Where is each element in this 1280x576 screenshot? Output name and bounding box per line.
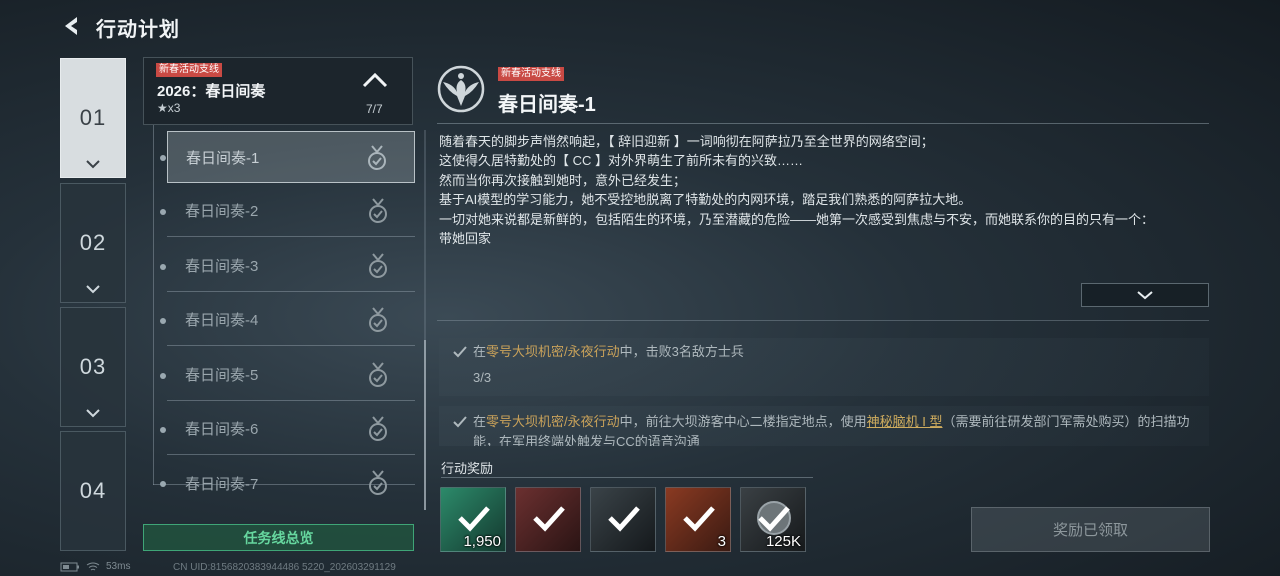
- wifi-icon: [86, 562, 100, 570]
- reward-item-green-badge[interactable]: 1,950: [440, 487, 506, 552]
- back-arrow-icon: [65, 17, 77, 35]
- sub-quest-label: 春日间奏-6: [185, 421, 259, 438]
- objective-item-link[interactable]: 神秘脑机 I 型: [867, 414, 943, 429]
- completed-medal-icon: [369, 307, 387, 332]
- divider: [437, 320, 1209, 321]
- page-title: 行动计划: [96, 19, 180, 41]
- sub-quest-item[interactable]: 春日间奏-7: [167, 457, 415, 509]
- reward-item-supply-case[interactable]: [590, 487, 656, 552]
- chapter-number: 03: [79, 354, 107, 379]
- sub-quest-item[interactable]: 春日间奏-1: [167, 131, 415, 183]
- claimed-check-icon: [758, 506, 790, 532]
- uid-text: CN UID:8156820383944486 5220_20260329112…: [173, 562, 396, 573]
- chevron-up-icon: [362, 72, 388, 88]
- sub-quest-item[interactable]: 春日间奏-6: [167, 403, 415, 455]
- story-line: 然而当你再次接触到她时，意外已经发生；: [439, 172, 687, 188]
- scrollbar-thumb[interactable]: [424, 340, 426, 510]
- detail-title: 春日间奏-1: [498, 94, 596, 116]
- objective-item: 在零号大坝机密/永夜行动中，击败3名敌方士兵 3/3: [439, 338, 1209, 396]
- reward-quantity: 3: [717, 533, 726, 550]
- chevron-down-icon: [86, 160, 100, 169]
- back-button[interactable]: [58, 12, 84, 40]
- tree-line: [153, 125, 154, 485]
- claimed-check-icon: [683, 506, 715, 532]
- status-bar: 53ms: [60, 561, 130, 572]
- tree-node: [160, 264, 166, 270]
- reward-quantity: 125K: [765, 533, 801, 550]
- chapter-tab-03[interactable]: 03: [60, 307, 126, 427]
- completed-medal-icon: [369, 198, 387, 223]
- quest-stars: ★x3: [157, 101, 181, 115]
- battery-icon: [60, 562, 79, 571]
- claim-rewards-button[interactable]: 奖励已领取: [971, 507, 1210, 552]
- sub-quest-label: 春日间奏-2: [185, 203, 259, 220]
- chevron-down-icon: [86, 285, 100, 294]
- chapter-number: 01: [79, 105, 107, 130]
- reward-item-spring-scroll[interactable]: 3: [665, 487, 731, 552]
- objective-progress: 3/3: [473, 370, 492, 385]
- story-line: 带她回家: [439, 231, 492, 247]
- objective-text: 在零号大坝机密/永夜行动中，前往大坝游客中心二楼指定地点，使用神秘脑机 I 型（…: [473, 414, 1190, 446]
- check-icon: [453, 346, 467, 358]
- story-text[interactable]: 随着春天的脚步声悄然响起，【 辞旧迎新 】一词响彻在阿萨拉乃至全世界的网络空间；…: [439, 132, 1205, 274]
- story-line: 这使得久居特勤处的【 CC 】对外界萌生了前所未有的兴致……: [439, 153, 804, 169]
- divider: [441, 477, 813, 478]
- reward-item-ammo-box[interactable]: [515, 487, 581, 552]
- story-line: 基于AI模型的学习能力，她不受控地脱离了特勤处的内网环境，踏足我们熟悉的阿萨拉大…: [439, 192, 972, 208]
- tree-node: [160, 209, 166, 215]
- rewards-label: 行动奖励: [441, 461, 494, 476]
- objective-item: 在零号大坝机密/永夜行动中，前往大坝游客中心二楼指定地点，使用神秘脑机 I 型（…: [439, 406, 1209, 446]
- tree-node: [160, 373, 166, 379]
- check-icon: [453, 416, 467, 428]
- sub-quest-label: 春日间奏-3: [185, 258, 259, 275]
- objective-location: 零号大坝机密/永夜行动: [486, 344, 620, 359]
- objective-text: 在零号大坝机密/永夜行动中，击败3名敌方士兵: [473, 344, 744, 359]
- claimed-check-icon: [608, 506, 640, 532]
- chapter-number: 04: [79, 478, 107, 503]
- sub-quest-item[interactable]: 春日间奏-2: [167, 185, 415, 237]
- quest-overview-button[interactable]: 任务线总览: [143, 524, 414, 551]
- ping-value: 53ms: [106, 561, 131, 572]
- chapter-tab-01[interactable]: 01: [60, 58, 126, 178]
- sub-quest-item[interactable]: 春日间奏-3: [167, 240, 415, 292]
- completed-medal-icon: [369, 253, 387, 278]
- tree-node: [160, 427, 166, 433]
- chapter-tab-02[interactable]: 02: [60, 183, 126, 303]
- story-line: 随着春天的脚步声悄然响起，【 辞旧迎新 】一词响彻在阿萨拉乃至全世界的网络空间；: [439, 134, 934, 149]
- claimed-check-icon: [533, 506, 565, 532]
- eagle-emblem-icon: [437, 65, 485, 113]
- tree-node: [160, 155, 166, 161]
- tree-node: [160, 481, 166, 487]
- sub-quest-label: 春日间奏-7: [185, 475, 259, 493]
- completed-medal-icon: [369, 416, 387, 441]
- completed-medal-icon: [369, 470, 387, 495]
- completed-medal-icon: [368, 145, 386, 170]
- reward-quantity: 1,950: [463, 533, 501, 550]
- story-line: 一切对她来说都是新鲜的，包括陌生的环境，乃至潜藏的危险——她第一次感受到焦虑与不…: [439, 211, 1155, 227]
- sub-quest-label: 春日间奏-4: [185, 312, 259, 329]
- expand-story-button[interactable]: [1081, 283, 1209, 307]
- sub-quest-item[interactable]: 春日间奏-5: [167, 349, 415, 401]
- sub-quest-label: 春日间奏-1: [186, 149, 260, 167]
- completed-medal-icon: [369, 362, 387, 387]
- chapter-tab-04[interactable]: 04: [60, 431, 126, 551]
- chapter-number: 02: [79, 230, 107, 255]
- tree-node: [160, 318, 166, 324]
- divider: [437, 123, 1209, 124]
- chevron-down-icon: [1137, 291, 1153, 300]
- sub-quest-label: 春日间奏-5: [185, 367, 259, 384]
- collapse-button[interactable]: [358, 66, 392, 94]
- sub-quest-item[interactable]: 春日间奏-4: [167, 294, 415, 346]
- quest-tag: 新春活动支线: [156, 63, 222, 77]
- chevron-down-icon: [86, 409, 100, 418]
- quest-title: 2026：春日间奏: [157, 83, 266, 100]
- objective-location: 零号大坝机密/永夜行动: [486, 414, 620, 429]
- reward-item-silver-coin[interactable]: 125K: [740, 487, 806, 552]
- claimed-check-icon: [458, 506, 490, 532]
- quest-progress: 7/7: [366, 102, 383, 116]
- detail-tag: 新春活动支线: [498, 67, 564, 81]
